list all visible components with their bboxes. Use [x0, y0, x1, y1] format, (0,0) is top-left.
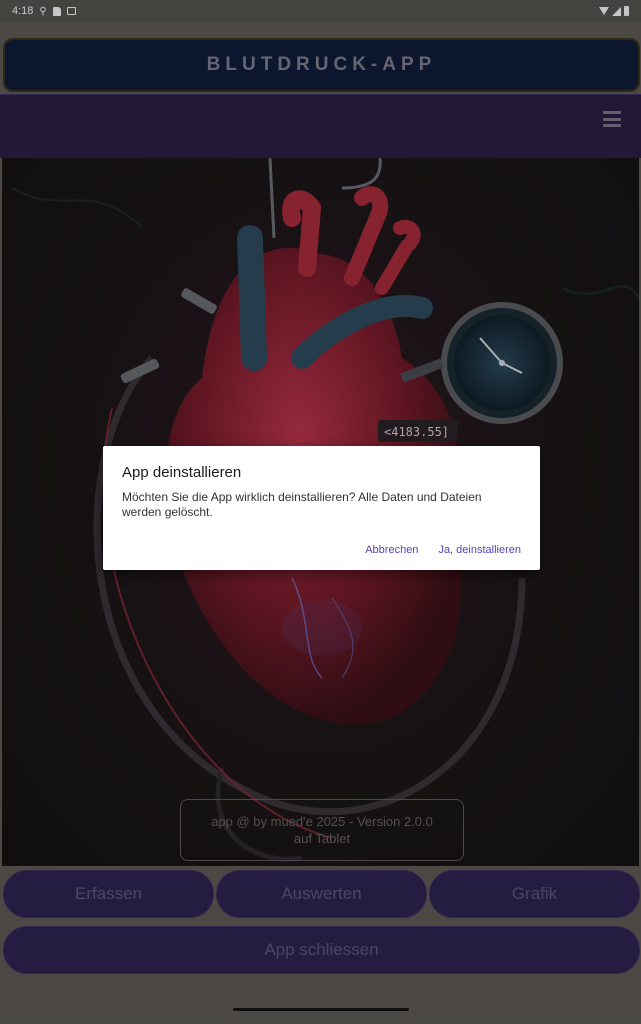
uninstall-dialog: App deinstallieren Möchten Sie die App w…	[103, 446, 540, 570]
confirm-uninstall-button[interactable]: Ja, deinstallieren	[438, 544, 521, 556]
dialog-actions: Abbrechen Ja, deinstallieren	[365, 544, 521, 556]
dialog-message: Möchten Sie die App wirklich deinstallie…	[122, 490, 482, 519]
cancel-button[interactable]: Abbrechen	[365, 544, 418, 556]
dialog-title: App deinstallieren	[122, 464, 242, 481]
